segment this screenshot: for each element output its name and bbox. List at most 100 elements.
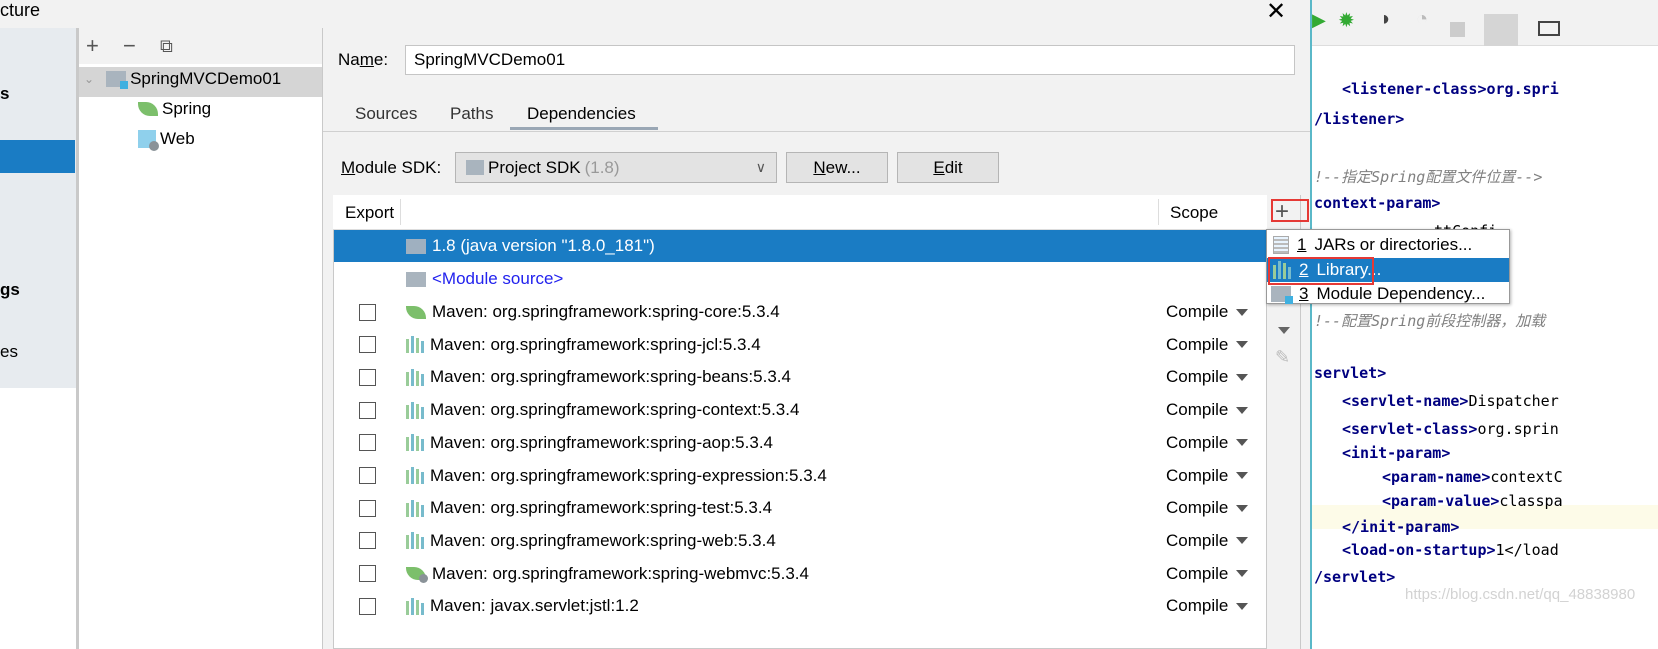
jar-icon [1273, 236, 1289, 254]
sdk-folder-icon [466, 160, 484, 175]
row-label: <Module source> [432, 269, 564, 288]
stop-icon[interactable] [1450, 22, 1465, 37]
code-token: !--指定Spring配置文件位置--> [1314, 168, 1543, 186]
table-row[interactable]: Maven: org.springframework:spring-beans:… [334, 361, 1266, 393]
folder-icon [406, 271, 426, 287]
sidebar-item[interactable]: s [0, 84, 9, 104]
tab-paths[interactable]: Paths [450, 104, 493, 124]
row-name: Maven: org.springframework:spring-expres… [406, 466, 827, 486]
scope-select[interactable]: Compile [1166, 564, 1249, 584]
scope-select[interactable]: Compile [1166, 432, 1249, 453]
menu-item-jars[interactable]: 1 JARs or directories... [1267, 233, 1509, 257]
terminal-icon[interactable] [1538, 21, 1560, 36]
code-line: context-param> [1314, 194, 1440, 212]
project-structure-icon[interactable] [1484, 14, 1518, 48]
new-sdk-button[interactable]: New... [786, 152, 888, 183]
scope-value: Compile [1166, 432, 1229, 452]
row-label: Maven: org.springframework:spring-jcl:5.… [430, 334, 761, 354]
dropdown-arrow-icon [1236, 602, 1249, 610]
scope-select[interactable]: Compile [1166, 302, 1249, 322]
row-name: <Module source> [406, 269, 563, 289]
menu-item-module-dependency[interactable]: 3 Module Dependency... [1267, 282, 1509, 306]
copy-icon[interactable]: ⧉ [160, 36, 173, 57]
table-row-sdk[interactable]: 1.8 (java version "1.8.0_181") [334, 230, 1266, 262]
code-line: !--指定Spring配置文件位置--> [1314, 166, 1542, 187]
name-label: Name: [338, 50, 389, 69]
code-token: servlet> [1314, 364, 1387, 382]
table-row[interactable]: Maven: org.springframework:spring-expres… [334, 460, 1266, 492]
code-value: 1</load [1495, 541, 1559, 559]
row-name: Maven: org.springframework:spring-core:5… [406, 302, 780, 322]
coverage-icon[interactable]: ◗ [1380, 8, 1392, 31]
column-export[interactable]: Export [345, 203, 394, 223]
scope-select[interactable]: Compile [1166, 400, 1249, 420]
table-row[interactable]: Maven: org.springframework:spring-webmvc… [334, 558, 1266, 590]
export-checkbox[interactable] [359, 467, 376, 484]
tab-dependencies[interactable]: Dependencies [527, 104, 636, 124]
code-token: context-param> [1314, 194, 1441, 212]
export-checkbox[interactable] [359, 401, 376, 419]
export-checkbox[interactable] [359, 336, 376, 354]
row-label: Maven: org.springframework:spring-webmvc… [432, 563, 809, 583]
column-scope[interactable]: Scope [1170, 203, 1218, 223]
facet-node-web[interactable]: Web [138, 129, 195, 151]
export-checkbox[interactable] [359, 565, 376, 583]
chevron-down-icon[interactable]: ⌄ [84, 72, 94, 86]
table-row[interactable]: Maven: org.springframework:spring-core:5… [334, 296, 1266, 328]
scope-select[interactable]: Compile [1166, 531, 1249, 551]
table-row[interactable]: Maven: org.springframework:spring-aop:5.… [334, 427, 1266, 459]
scope-select[interactable]: Compile [1166, 596, 1249, 616]
scope-value: Compile [1166, 465, 1229, 485]
spring-leaf-icon [138, 102, 158, 116]
debug-icon[interactable]: ✹ [1338, 8, 1355, 33]
menu-item-label: Library... [1316, 260, 1382, 279]
sidebar-item[interactable]: gs [0, 280, 20, 300]
scope-select[interactable]: Compile [1166, 367, 1249, 387]
export-checkbox[interactable] [359, 303, 376, 321]
code-line: <param-value>classpa [1382, 492, 1563, 510]
remove-icon[interactable]: − [123, 33, 136, 59]
tab-sources[interactable]: Sources [355, 104, 417, 124]
table-row[interactable]: Maven: javax.servlet:jstl:1.2 Compile [334, 590, 1266, 622]
facet-node-spring[interactable]: Spring [138, 99, 211, 119]
library-icon [406, 336, 424, 354]
add-dependency-icon[interactable]: + [1275, 198, 1289, 226]
menu-item-library[interactable]: 2 Library... [1267, 258, 1509, 282]
profile-icon[interactable]: ◔ [1416, 8, 1428, 31]
close-icon[interactable]: ✕ [1266, 0, 1286, 26]
code-token: /servlet> [1314, 568, 1396, 586]
table-row[interactable]: Maven: org.springframework:spring-web:5.… [334, 525, 1266, 557]
scope-select[interactable]: Compile [1166, 465, 1249, 486]
export-checkbox[interactable] [359, 499, 376, 517]
table-row[interactable]: Maven: org.springframework:spring-contex… [334, 394, 1266, 426]
module-sdk-select[interactable]: Project SDK (1.8) ∨ [455, 152, 777, 183]
table-row[interactable]: Maven: org.springframework:spring-jcl:5.… [334, 329, 1266, 361]
move-down-icon[interactable] [1278, 319, 1290, 339]
code-token: <servlet-name> [1342, 392, 1469, 410]
sidebar-item[interactable]: es [0, 342, 18, 362]
table-row[interactable]: Maven: org.springframework:spring-test:5… [334, 492, 1266, 524]
module-node[interactable]: ⌄ SpringMVCDemo01 [84, 69, 281, 89]
run-icon[interactable]: ▶ [1312, 10, 1326, 31]
scope-select[interactable]: Compile [1166, 335, 1249, 355]
export-checkbox[interactable] [359, 368, 376, 386]
module-name: SpringMVCDemo01 [130, 69, 282, 88]
watermark: https://blog.csdn.net/qq_48838980 [1405, 586, 1636, 603]
edit-icon[interactable]: ✎ [1275, 347, 1290, 368]
edit-sdk-button[interactable]: Edit [897, 152, 999, 183]
sidebar-item-selected[interactable] [0, 140, 75, 173]
row-name: Maven: javax.servlet:jstl:1.2 [406, 596, 639, 616]
name-input[interactable] [405, 45, 1295, 75]
export-checkbox[interactable] [359, 532, 376, 550]
export-checkbox[interactable] [359, 434, 376, 452]
menu-item-label: Module Dependency... [1316, 284, 1486, 303]
node-label: Web [160, 129, 195, 148]
table-row-module-source[interactable]: <Module source> [334, 263, 1266, 295]
add-icon[interactable]: + [86, 33, 99, 59]
export-checkbox[interactable] [359, 597, 376, 615]
scope-value: Compile [1166, 498, 1229, 518]
module-sdk-label: Module SDK: [341, 158, 442, 177]
scope-select[interactable]: Compile [1166, 498, 1249, 518]
library-icon [1273, 261, 1291, 279]
library-icon [406, 499, 424, 517]
